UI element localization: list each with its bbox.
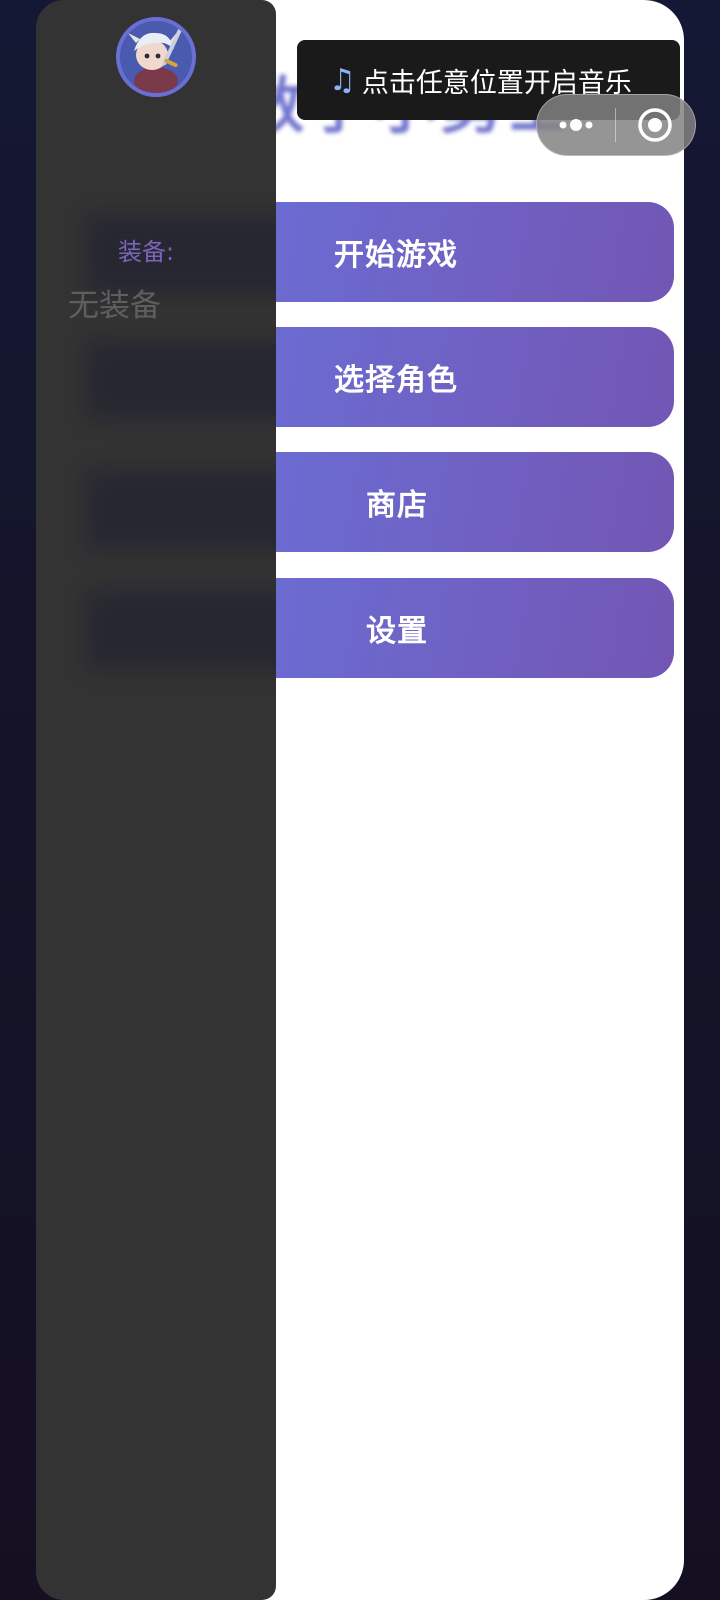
more-dots-icon[interactable] <box>537 95 615 155</box>
shop-label: 商店 <box>366 488 428 523</box>
shop-button[interactable]: 商店 <box>217 452 674 552</box>
equipment-value: 无装备 <box>68 288 161 324</box>
drawer-ghost-row <box>86 470 276 550</box>
miniprogram-capsule <box>536 94 696 156</box>
settings-label: 设置 <box>366 614 428 649</box>
start-game-label: 开始游戏 <box>334 238 458 273</box>
drawer-ghost-row <box>86 590 276 670</box>
target-close-icon[interactable] <box>616 95 696 155</box>
settings-button[interactable]: 设置 <box>217 578 674 678</box>
drawer-ghost-row <box>86 340 276 420</box>
select-character-button[interactable]: 选择角色 <box>217 327 674 427</box>
hero-avatar[interactable] <box>116 17 196 97</box>
start-game-button[interactable]: 开始游戏 <box>217 202 674 302</box>
select-character-label: 选择角色 <box>334 363 458 398</box>
side-drawer: 装备: 无装备 <box>36 0 276 1600</box>
music-note-icon: ♫ <box>329 62 356 98</box>
equipment-label: 装备: <box>118 238 175 266</box>
